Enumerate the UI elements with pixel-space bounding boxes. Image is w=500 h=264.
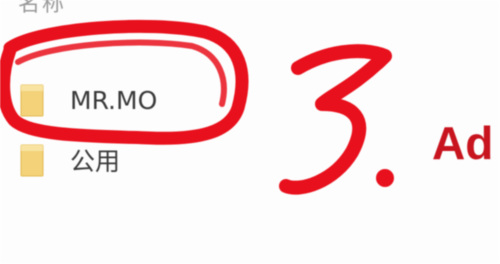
folder-label: MR.MO (70, 85, 158, 115)
step-number-stroke (279, 44, 392, 195)
folder-icon (20, 83, 45, 117)
column-header-name[interactable]: 名称 (18, 0, 66, 18)
folder-icon (20, 143, 45, 177)
screenshot-crop: 名称 MR.MO 公用 Ad (0, 0, 500, 264)
annotation-overlay (0, 19, 394, 195)
annotation-caption: Ad (432, 117, 494, 169)
folder-label: 公用 (70, 147, 121, 176)
step-dot (376, 169, 394, 187)
folder-item-mrmo[interactable]: MR.MO (20, 80, 157, 120)
folder-item-public[interactable]: 公用 (20, 140, 120, 180)
